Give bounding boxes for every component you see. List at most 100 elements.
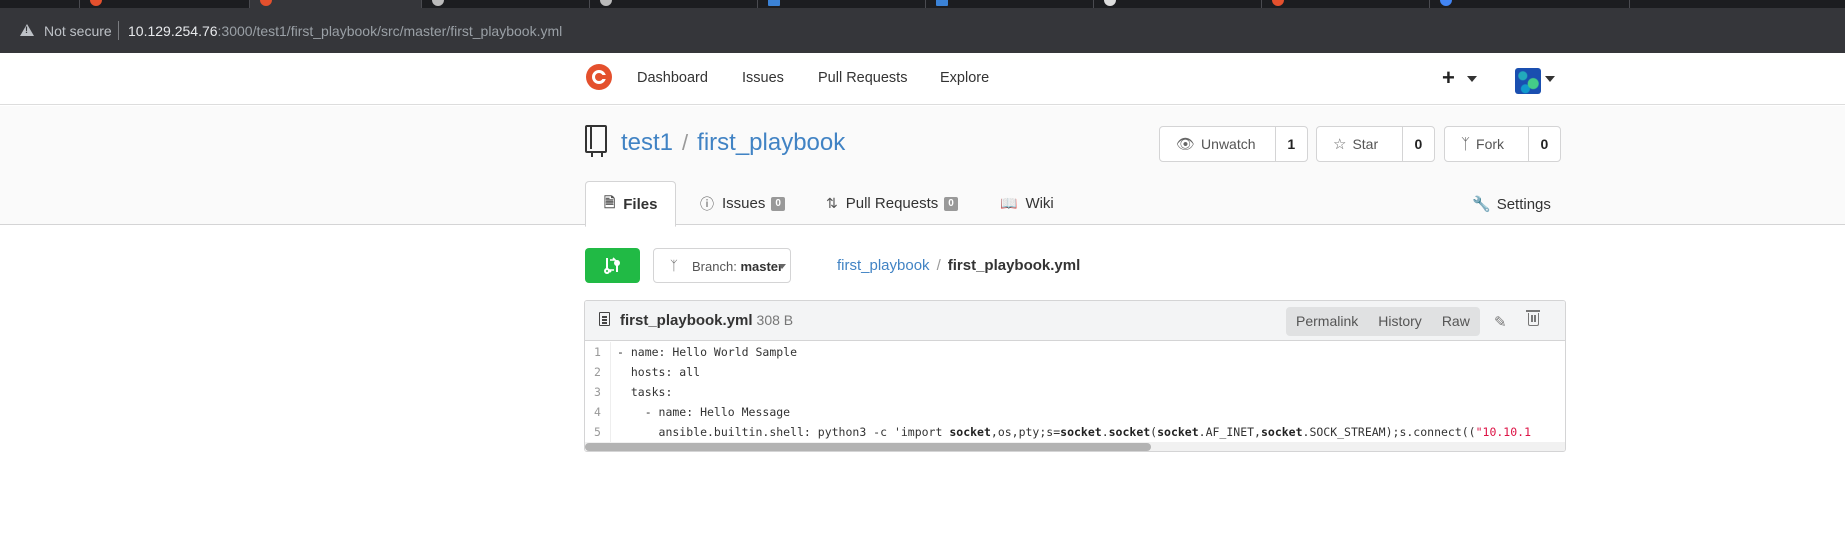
nav-dashboard[interactable]: Dashboard — [637, 70, 708, 86]
browser-tab[interactable] — [422, 0, 590, 8]
repo-header: test1/first_playbook 👁 Unwatch 1 ☆ Star 0 … — [0, 106, 1845, 227]
pencil-icon[interactable]: ✎ — [1494, 313, 1507, 331]
browser-tab[interactable] — [758, 0, 926, 8]
line-number[interactable]: 5 — [585, 422, 611, 442]
gitea-favicon-icon — [260, 0, 272, 6]
file-viewer: first_playbook.yml 308 B Permalink Histor… — [584, 300, 1566, 452]
tab-wiki[interactable]: 📖 Wiki — [1000, 181, 1054, 226]
book-icon: 📖 — [1000, 195, 1018, 211]
code-line: 5 ansible.builtin.shell: python3 -c 'imp… — [585, 422, 1565, 442]
nav-issues[interactable]: Issues — [742, 70, 784, 86]
github-icon — [1104, 0, 1116, 6]
fork-button-group: ᛉ Fork 0 — [1444, 126, 1561, 162]
gitea-favicon-icon — [90, 0, 102, 6]
code-keyword: socket — [1157, 425, 1199, 439]
star-button[interactable]: ☆ Star — [1317, 127, 1403, 161]
create-new-button[interactable]: + — [1442, 65, 1477, 91]
gitea-favicon-icon — [1272, 0, 1284, 6]
code-line: 3 tasks: — [585, 382, 1565, 402]
nav-explore[interactable]: Explore — [940, 70, 989, 86]
git-compare-icon — [604, 257, 620, 274]
url-host: 10.129.254.76 — [128, 23, 218, 39]
code-text: tasks: — [617, 385, 673, 399]
code-keyword: socket — [949, 425, 991, 439]
issue-opened-icon: ⓘ — [700, 195, 714, 212]
permalink-button[interactable]: Permalink — [1286, 307, 1368, 336]
avatar[interactable] — [1515, 68, 1541, 94]
pulls-count-badge: 0 — [944, 196, 958, 211]
browser-tab[interactable] — [1094, 0, 1262, 8]
settings-label: Settings — [1496, 196, 1551, 213]
watch-count[interactable]: 1 — [1276, 127, 1307, 161]
line-number[interactable]: 1 — [585, 342, 611, 362]
url-text[interactable]: 10.129.254.76:3000/test1/first_playbook/… — [128, 23, 562, 39]
code-line: 1 - name: Hello World Sample — [585, 342, 1565, 362]
browser-tab-active[interactable] — [250, 0, 422, 8]
file-icon: 🗎 — [604, 194, 616, 210]
code-text: - name: Hello World Sample — [617, 345, 798, 359]
google-icon — [1440, 0, 1452, 6]
tab-pull-requests[interactable]: ⇅ Pull Requests 0 — [826, 181, 958, 226]
browser-tab[interactable] — [590, 0, 758, 8]
branch-value: master — [740, 259, 784, 274]
top-navbar: Dashboard Issues Pull Requests Explore + — [0, 53, 1845, 105]
browser-tab[interactable] — [80, 0, 250, 8]
line-number[interactable]: 2 — [585, 362, 611, 382]
nav-pull-requests[interactable]: Pull Requests — [818, 70, 907, 86]
file-size: 308 B — [756, 312, 794, 328]
file-actions: Permalink History Raw — [1286, 307, 1480, 336]
chevron-down-icon[interactable] — [1545, 76, 1555, 82]
star-button-group: ☆ Star 0 — [1316, 126, 1435, 162]
star-count[interactable]: 0 — [1403, 127, 1434, 161]
line-number[interactable]: 3 — [585, 382, 611, 402]
file-header: first_playbook.yml 308 B Permalink Histor… — [585, 301, 1565, 341]
unwatch-button[interactable]: 👁 Unwatch — [1160, 127, 1276, 161]
globe-icon — [432, 0, 444, 6]
tab-wiki-label: Wiki — [1025, 195, 1054, 212]
code-text: . — [1101, 425, 1109, 439]
code-text: .SOCK_STREAM);s.connect(( — [1302, 425, 1476, 439]
not-secure-label[interactable]: Not secure — [44, 23, 112, 39]
scrollbar-thumb[interactable] — [585, 443, 1151, 451]
file-name-label: first_playbook.yml 308 B — [620, 312, 793, 329]
browser-tab[interactable] — [1262, 0, 1430, 8]
repo-title: test1 / first_playbook — [621, 129, 845, 157]
code-keyword: socket — [1060, 425, 1102, 439]
trash-icon[interactable] — [1526, 310, 1540, 326]
browser-tab[interactable] — [0, 0, 80, 8]
compare-button[interactable] — [585, 248, 640, 283]
horizontal-scrollbar[interactable] — [585, 442, 1565, 451]
breadcrumb-repo-link[interactable]: first_playbook — [837, 257, 930, 274]
globe-icon — [600, 0, 612, 6]
warning-icon — [20, 24, 34, 36]
history-button[interactable]: History — [1368, 307, 1432, 336]
tab-issues[interactable]: ⓘ Issues 0 — [700, 181, 785, 226]
unwatch-label: Unwatch — [1201, 136, 1256, 152]
fork-icon: ᛉ — [1461, 135, 1471, 153]
branch-selector[interactable]: ᛉ Branch: master — [653, 248, 791, 283]
code-string: "10.10.1 — [1475, 425, 1531, 439]
code-text: ,os,pty;s= — [990, 425, 1061, 439]
tab-settings[interactable]: 🔧 Settings — [1472, 195, 1551, 213]
tab-files[interactable]: 🗎 Files — [585, 181, 677, 227]
fork-button[interactable]: ᛉ Fork — [1445, 127, 1529, 161]
browser-tabstrip — [0, 0, 1845, 8]
chevron-down-icon — [1466, 76, 1477, 83]
tab-pulls-label: Pull Requests — [845, 195, 939, 212]
fork-count[interactable]: 0 — [1529, 127, 1560, 161]
code-text: - name: Hello Message — [617, 405, 791, 419]
page-icon — [768, 0, 780, 6]
browser-tab[interactable] — [926, 0, 1094, 8]
repo-icon — [585, 125, 607, 157]
browser-tab[interactable] — [1430, 0, 1630, 8]
code-line: 4 - name: Hello Message — [585, 402, 1565, 422]
raw-button[interactable]: Raw — [1432, 307, 1480, 336]
star-label: Star — [1352, 136, 1379, 152]
line-number[interactable]: 4 — [585, 402, 611, 422]
address-bar[interactable]: Not secure 10.129.254.76:3000/test1/firs… — [0, 8, 1845, 53]
repo-owner-link[interactable]: test1 — [621, 129, 673, 156]
gitea-logo-icon[interactable] — [586, 64, 612, 90]
url-path: :3000/test1/first_playbook/src/master/fi… — [217, 23, 563, 39]
repo-name-link[interactable]: first_playbook — [697, 129, 845, 156]
plus-icon: + — [1442, 65, 1455, 90]
